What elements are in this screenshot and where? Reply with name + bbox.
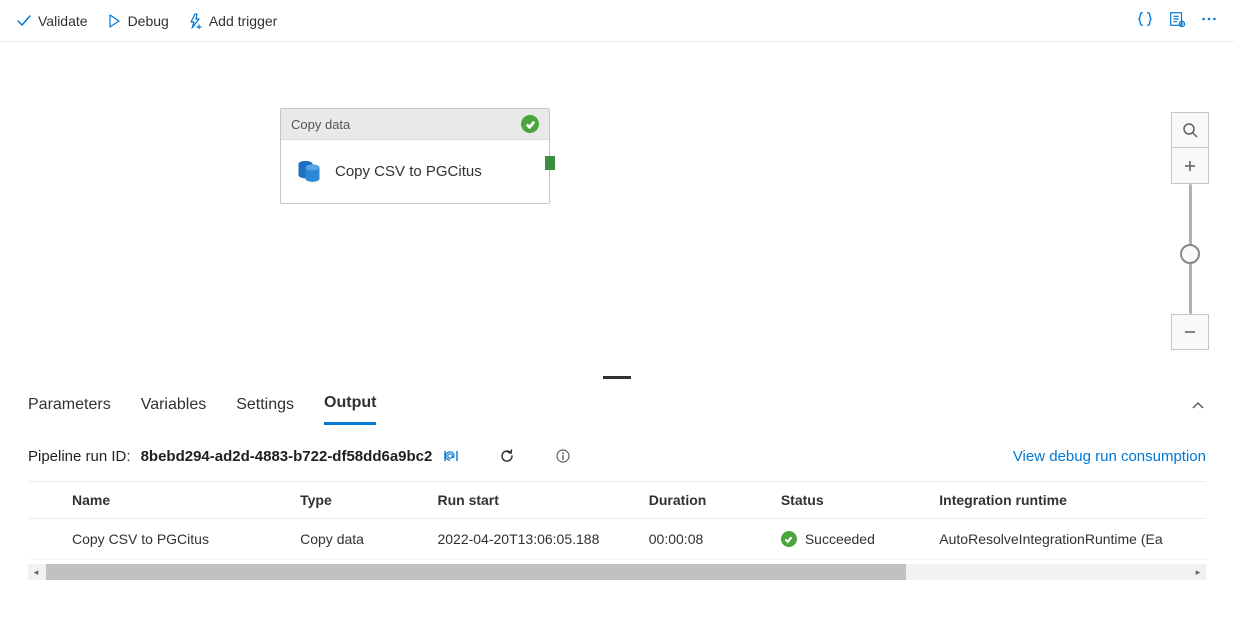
cell-name: Copy CSV to PGCitus — [28, 519, 292, 560]
pipeline-canvas[interactable]: Copy data Copy CSV to PGCitus — [0, 42, 1234, 380]
properties-button[interactable] — [1168, 10, 1186, 31]
run-id-value: 8bebd294-ad2d-4883-b722-df58dd6a9bc2 — [141, 448, 433, 465]
cell-status-text: Succeeded — [805, 531, 875, 547]
check-icon — [16, 13, 32, 29]
add-trigger-label: Add trigger — [209, 13, 277, 29]
zoom-out-button[interactable] — [1171, 314, 1209, 350]
tab-settings[interactable]: Settings — [236, 392, 294, 424]
view-consumption-link[interactable]: View debug run consumption — [1013, 448, 1206, 465]
success-connector[interactable] — [545, 156, 555, 170]
zoom-slider[interactable] — [1171, 184, 1209, 314]
activity-header: Copy data — [281, 109, 549, 140]
info-icon — [554, 447, 572, 465]
col-duration[interactable]: Duration — [641, 482, 773, 519]
chevron-up-icon — [1190, 398, 1206, 414]
cell-runstart: 2022-04-20T13:06:05.188 — [429, 519, 640, 560]
toolbar: Validate Debug Add trigger — [0, 0, 1234, 42]
zoom-in-button[interactable] — [1171, 148, 1209, 184]
refresh-icon — [498, 447, 516, 465]
debug-button[interactable]: Debug — [106, 13, 169, 29]
collapse-panel-button[interactable] — [1190, 398, 1206, 417]
at-bracket-icon — [442, 447, 460, 465]
lightning-plus-icon — [187, 13, 203, 29]
validate-label: Validate — [38, 13, 88, 29]
output-table-wrap: Name Type Run start Duration Status Inte… — [0, 481, 1234, 560]
info-button[interactable] — [554, 447, 572, 465]
table-header-row: Name Type Run start Duration Status Inte… — [28, 482, 1206, 519]
ellipsis-icon — [1200, 10, 1218, 28]
activity-status-icon — [521, 115, 539, 133]
debug-label: Debug — [128, 13, 169, 29]
run-id-label: Pipeline run ID: — [28, 448, 131, 465]
validate-button[interactable]: Validate — [16, 13, 88, 29]
cell-ir: AutoResolveIntegrationRuntime (Ea — [931, 519, 1206, 560]
check-icon — [784, 535, 793, 544]
refresh-button[interactable] — [498, 447, 516, 465]
cell-type: Copy data — [292, 519, 429, 560]
run-info-row: Pipeline run ID: 8bebd294-ad2d-4883-b722… — [0, 425, 1234, 481]
col-status[interactable]: Status — [773, 482, 931, 519]
add-trigger-button[interactable]: Add trigger — [187, 13, 277, 29]
output-table: Name Type Run start Duration Status Inte… — [28, 481, 1206, 560]
tabs-row: Parameters Variables Settings Output — [0, 380, 1234, 425]
properties-pane-icon — [1168, 10, 1186, 28]
success-icon — [781, 531, 797, 547]
check-icon — [525, 119, 536, 130]
fit-to-screen-button[interactable] — [1171, 112, 1209, 148]
minus-icon — [1182, 324, 1198, 340]
col-runstart[interactable]: Run start — [429, 482, 640, 519]
cell-status: Succeeded — [773, 519, 931, 560]
col-name[interactable]: Name — [28, 482, 292, 519]
play-icon — [106, 13, 122, 29]
copy-run-id-button[interactable] — [442, 447, 460, 465]
activity-copy-data[interactable]: Copy data Copy CSV to PGCitus — [280, 108, 550, 204]
cell-duration: 00:00:08 — [641, 519, 773, 560]
activity-name: Copy CSV to PGCitus — [335, 163, 482, 180]
activity-body: Copy CSV to PGCitus — [281, 140, 549, 203]
zoom-slider-handle[interactable] — [1180, 244, 1200, 264]
scroll-right-arrow[interactable]: ▸ — [1190, 564, 1206, 580]
scroll-left-arrow[interactable]: ◂ — [28, 564, 44, 580]
activity-type-label: Copy data — [291, 117, 350, 132]
tab-parameters[interactable]: Parameters — [28, 392, 111, 424]
col-ir[interactable]: Integration runtime — [931, 482, 1206, 519]
plus-icon — [1182, 158, 1198, 174]
overflow-button[interactable] — [1200, 10, 1218, 31]
magnifier-icon — [1182, 122, 1198, 138]
tab-variables[interactable]: Variables — [141, 392, 207, 424]
col-type[interactable]: Type — [292, 482, 429, 519]
code-view-button[interactable] — [1136, 10, 1154, 31]
scroll-thumb[interactable] — [46, 564, 906, 580]
zoom-controls — [1170, 112, 1210, 350]
horizontal-scrollbar[interactable]: ◂ ▸ — [28, 564, 1206, 580]
braces-icon — [1136, 10, 1154, 28]
table-row[interactable]: Copy CSV to PGCitus Copy data 2022-04-20… — [28, 519, 1206, 560]
database-icon — [295, 156, 323, 187]
tab-output[interactable]: Output — [324, 390, 376, 425]
